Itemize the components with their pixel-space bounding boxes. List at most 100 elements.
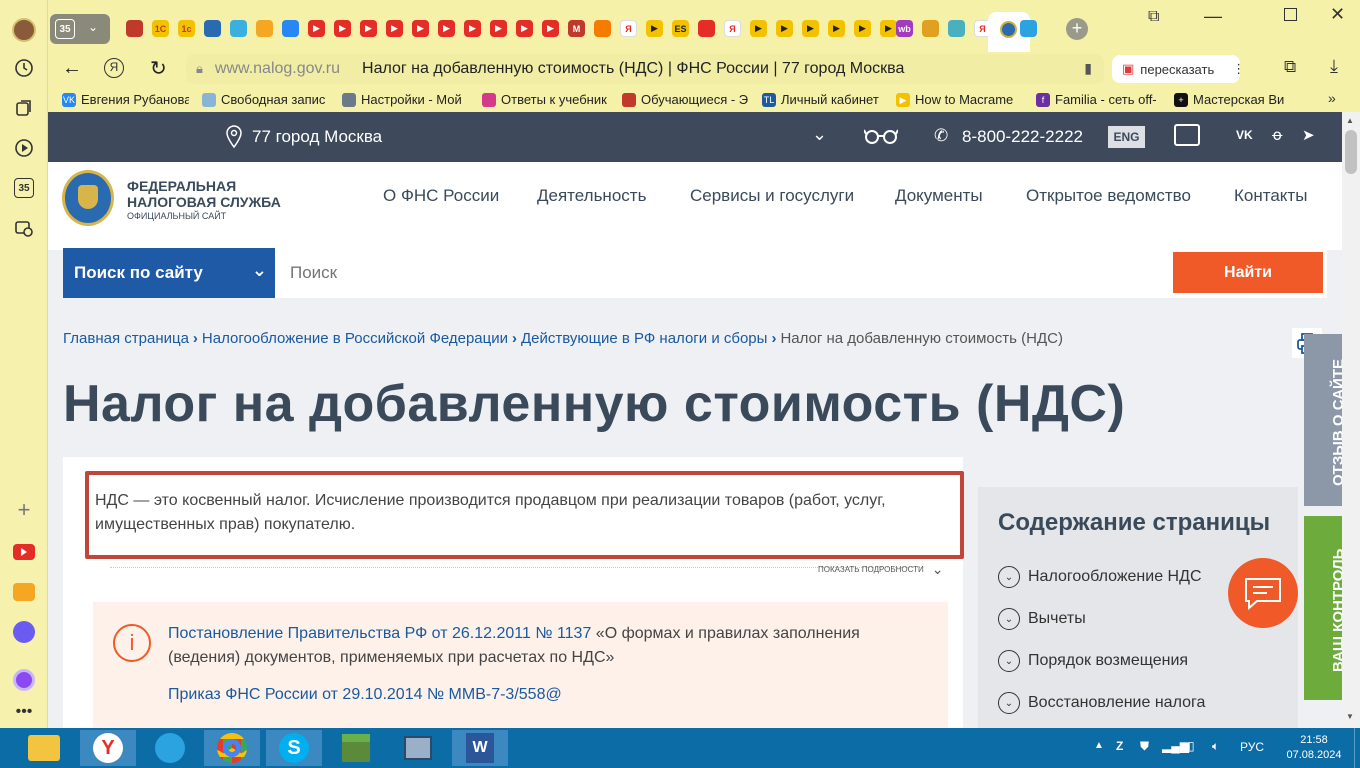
kebab-menu-icon[interactable]: ⋮	[1232, 61, 1245, 77]
breadcrumb-link[interactable]: Главная страница	[63, 330, 189, 347]
breadcrumb-link[interactable]: Налогообложение в Российской Федерации	[202, 330, 508, 347]
nav-item[interactable]: Документы	[895, 186, 983, 206]
toc-item[interactable]: ⌄ Восстановление налога	[998, 692, 1205, 714]
history-icon[interactable]	[12, 56, 36, 80]
youtube-tab-favicon[interactable]: ▶	[490, 20, 507, 37]
bookmark-item[interactable]: TL Личный кабинет	[762, 92, 879, 107]
tab-favicon[interactable]: M	[568, 20, 585, 37]
bookmark-item[interactable]: f Familia - сеть off-	[1036, 92, 1157, 107]
chrome-taskbar-icon[interactable]	[204, 730, 260, 766]
retell-button[interactable]: ▣ пересказать ⋮	[1112, 55, 1245, 83]
yandex-browser-taskbar-icon[interactable]: Y	[80, 730, 136, 766]
minecraft-taskbar-icon[interactable]	[328, 730, 384, 766]
youtube-tab-favicon[interactable]: ▶	[334, 20, 351, 37]
youtube-tab-favicon[interactable]: ▶	[516, 20, 533, 37]
search-input[interactable]	[275, 248, 1173, 298]
tab-favicon[interactable]: ES	[672, 20, 689, 37]
bookmark-item[interactable]: Настройки - Мой	[342, 92, 462, 107]
collections-icon[interactable]	[12, 96, 36, 120]
nav-item[interactable]: Контакты	[1234, 186, 1307, 206]
your-control-tab[interactable]: ВАШ КОНТРОЛЬ	[1304, 516, 1342, 700]
tab-favicon[interactable]: 1с	[178, 20, 195, 37]
tab-favicon[interactable]	[594, 20, 611, 37]
close-window-button[interactable]: ✕	[1330, 4, 1345, 25]
maximize-button[interactable]	[1284, 8, 1297, 21]
youtube-tab-favicon[interactable]: ▶	[464, 20, 481, 37]
tab-favicon[interactable]	[922, 20, 939, 37]
tab-favicon[interactable]: ▶	[750, 20, 767, 37]
region-chevron-icon[interactable]: ⌄	[812, 124, 827, 145]
english-version-button[interactable]: ENG	[1108, 126, 1145, 148]
network-icon[interactable]: ▂▄▆	[1162, 739, 1189, 753]
clock[interactable]: 21:58 07.08.2024	[1282, 733, 1346, 763]
nav-item[interactable]: Сервисы и госуслуги	[690, 186, 854, 206]
youtube-tab-favicon[interactable]: ▶	[386, 20, 403, 37]
scroll-down-arrow[interactable]: ▼	[1346, 712, 1354, 721]
bookmark-item[interactable]: + Мастерская Ви	[1174, 92, 1284, 107]
address-bar[interactable]: 🔒︎ www.nalog.gov.ru Налог на добавленную…	[186, 54, 1104, 84]
tab-counter-group[interactable]: 35 ⌄	[50, 14, 110, 44]
chat-bubble-button[interactable]	[1228, 558, 1298, 628]
tab-favicon[interactable]: ▶	[880, 20, 897, 37]
profile-avatar[interactable]	[12, 18, 36, 42]
bookmark-item[interactable]: Свободная запис	[202, 92, 325, 107]
minimize-button[interactable]: —	[1204, 6, 1222, 27]
input-language[interactable]: РУС	[1240, 740, 1264, 754]
downloads-icon[interactable]: ⤓	[1330, 56, 1338, 77]
word-taskbar-icon[interactable]: W	[452, 730, 508, 766]
network-computer-taskbar-icon[interactable]	[390, 730, 446, 766]
bookmark-item[interactable]: VK Евгения Рубанова	[62, 92, 189, 107]
messenger-icon[interactable]	[12, 620, 36, 644]
battery-icon[interactable]: ▯	[1188, 739, 1195, 753]
yandex-tab-favicon[interactable]: Я	[620, 20, 637, 37]
more-icon[interactable]: •••	[12, 700, 36, 724]
hotline-phone[interactable]: 8-800-222-2222	[962, 127, 1083, 147]
fns-emblem-logo[interactable]	[62, 170, 114, 226]
tab-favicon[interactable]	[948, 20, 965, 37]
youtube-tab-favicon[interactable]: ▶	[308, 20, 325, 37]
tab-favicon[interactable]: ▶	[646, 20, 663, 37]
extensions-icon[interactable]: ⧉	[1284, 57, 1296, 77]
tab-favicon[interactable]	[282, 20, 299, 37]
bookmark-tabs-icon[interactable]: ⧉	[1148, 8, 1159, 26]
regulation-link-2[interactable]: Приказ ФНС России от 29.10.2014 № ММВ-7-…	[168, 686, 562, 704]
new-tab-button[interactable]: +	[1066, 18, 1088, 40]
toc-item[interactable]: ⌄ Вычеты	[998, 608, 1086, 630]
scroll-up-arrow[interactable]: ▲	[1346, 116, 1354, 125]
back-button[interactable]: ←	[62, 57, 82, 80]
tabs-count-icon[interactable]: 35	[12, 176, 36, 200]
youtube-tab-favicon[interactable]: ▶	[542, 20, 559, 37]
vk-icon[interactable]: VK	[1236, 128, 1253, 142]
odnoklassniki-icon[interactable]: ꝋ	[1272, 126, 1283, 144]
bookmark-item[interactable]: Ответы к учебник	[482, 92, 607, 107]
screenshot-icon[interactable]	[12, 216, 36, 240]
bookmark-item[interactable]: ▶ How to Macrame	[896, 92, 1013, 107]
page-scrollbar[interactable]: ▲ ▼	[1342, 112, 1360, 728]
nav-item[interactable]: О ФНС России	[383, 186, 499, 206]
search-button[interactable]: Найти	[1173, 252, 1323, 293]
media-play-icon[interactable]	[12, 136, 36, 160]
youtube-tab-favicon[interactable]: ▶	[438, 20, 455, 37]
nav-item[interactable]: Открытое ведомство	[1026, 186, 1191, 206]
youtube-tab-favicon[interactable]: ▶	[360, 20, 377, 37]
show-details-toggle[interactable]: ПОКАЗАТЬ ПОДРОБНОСТИ ⌄	[818, 561, 944, 578]
reload-button[interactable]: ↻	[150, 56, 167, 81]
show-desktop-button[interactable]	[1354, 728, 1360, 768]
tab-favicon[interactable]: ▶	[802, 20, 819, 37]
tab-favicon[interactable]: ▶	[854, 20, 871, 37]
tab-favicon[interactable]	[230, 20, 247, 37]
logo-title[interactable]: ФЕДЕРАЛЬНАЯ НАЛОГОВАЯ СЛУЖБА ОФИЦИАЛЬНЫЙ…	[127, 178, 281, 222]
skype-taskbar-icon[interactable]: S	[266, 730, 322, 766]
scrollbar-thumb[interactable]	[1345, 130, 1357, 174]
tray-security-icon[interactable]: ⛊	[1140, 739, 1149, 754]
file-explorer-icon[interactable]	[16, 730, 72, 766]
telegram-icon[interactable]: ➤	[1302, 126, 1315, 144]
nav-item[interactable]: Деятельность	[537, 186, 646, 206]
add-panel-icon[interactable]: +	[12, 497, 36, 522]
youtube-icon[interactable]	[12, 540, 36, 564]
tab-favicon[interactable]: ▶	[828, 20, 845, 37]
tab-favicon[interactable]	[204, 20, 221, 37]
alice-icon[interactable]	[12, 668, 36, 692]
search-scope-dropdown[interactable]: Поиск по сайту ⌄	[63, 248, 275, 298]
tab-favicon[interactable]: 1С	[152, 20, 169, 37]
